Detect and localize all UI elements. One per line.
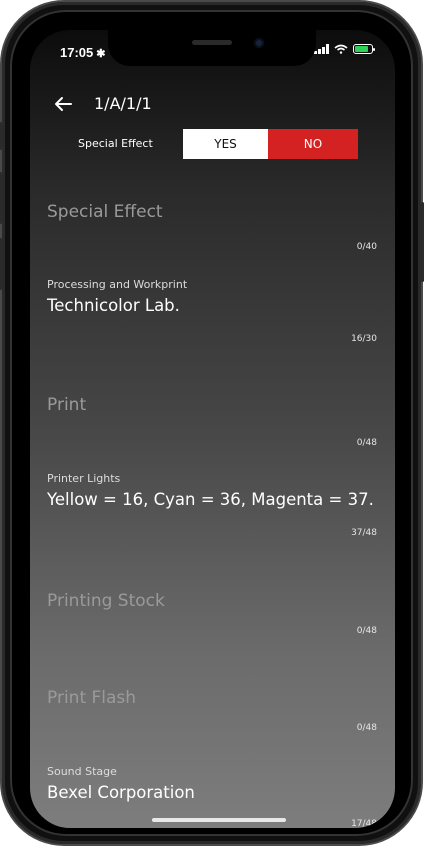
status-icons — [314, 44, 375, 54]
field-placeholder: Print Flash — [47, 688, 137, 708]
char-counter: 0/48 — [356, 723, 377, 733]
top-bar: 1/A/1/1 — [30, 86, 395, 122]
char-counter: 17/48 — [351, 819, 377, 828]
char-counter: 0/40 — [356, 242, 377, 252]
volume-down-button — [0, 238, 2, 290]
char-counter: 37/48 — [351, 528, 377, 538]
field-label: Sound Stage — [47, 765, 117, 778]
field-placeholder: Print — [47, 395, 87, 415]
processing-workprint-field[interactable]: Processing and Workprint Technicolor Lab… — [47, 278, 377, 348]
no-button[interactable]: NO — [268, 129, 358, 159]
char-counter: 0/48 — [356, 438, 377, 448]
print-flash-field[interactable]: Print Flash 0/48 — [47, 676, 377, 746]
toggle-label: Special Effect — [78, 137, 153, 150]
battery-icon — [353, 44, 375, 54]
arrow-left-icon[interactable] — [52, 93, 74, 115]
field-value: Yellow = 16, Cyan = 36, Magenta = 37. — [47, 490, 374, 509]
field-value: Bexel Corporation — [47, 783, 195, 802]
field-placeholder: Printing Stock — [47, 591, 165, 611]
run-icon: ✱ — [96, 48, 106, 60]
printing-stock-field[interactable]: Printing Stock 0/48 — [47, 579, 377, 649]
status-time: 17:05 ✱ — [60, 45, 106, 60]
home-indicator[interactable] — [152, 818, 286, 822]
char-counter: 0/48 — [356, 626, 377, 636]
speaker — [192, 40, 232, 45]
camera-icon — [254, 38, 264, 48]
special-effect-field[interactable]: Special Effect 0/40 — [47, 190, 377, 260]
page-title: 1/A/1/1 — [94, 94, 152, 113]
signal-icon — [314, 44, 329, 54]
side-button — [0, 122, 2, 150]
yes-button[interactable]: YES — [183, 129, 268, 159]
char-counter: 16/30 — [351, 334, 377, 344]
volume-up-button — [0, 172, 2, 224]
power-button — [421, 202, 424, 282]
field-value: Technicolor Lab. — [47, 296, 180, 315]
special-effect-toggle: Special Effect YES NO — [30, 129, 395, 159]
notch — [108, 30, 316, 66]
field-label: Printer Lights — [47, 472, 121, 485]
wifi-icon — [334, 44, 348, 54]
field-label: Processing and Workprint — [47, 278, 188, 291]
app-screen: 17:05 ✱ 1/A/1/1 Special Effect YES NO Spe… — [30, 30, 395, 828]
field-placeholder: Special Effect — [47, 202, 163, 222]
print-field[interactable]: Print 0/48 — [47, 383, 377, 453]
printer-lights-field[interactable]: Printer Lights Yellow = 16, Cyan = 36, M… — [47, 472, 377, 542]
